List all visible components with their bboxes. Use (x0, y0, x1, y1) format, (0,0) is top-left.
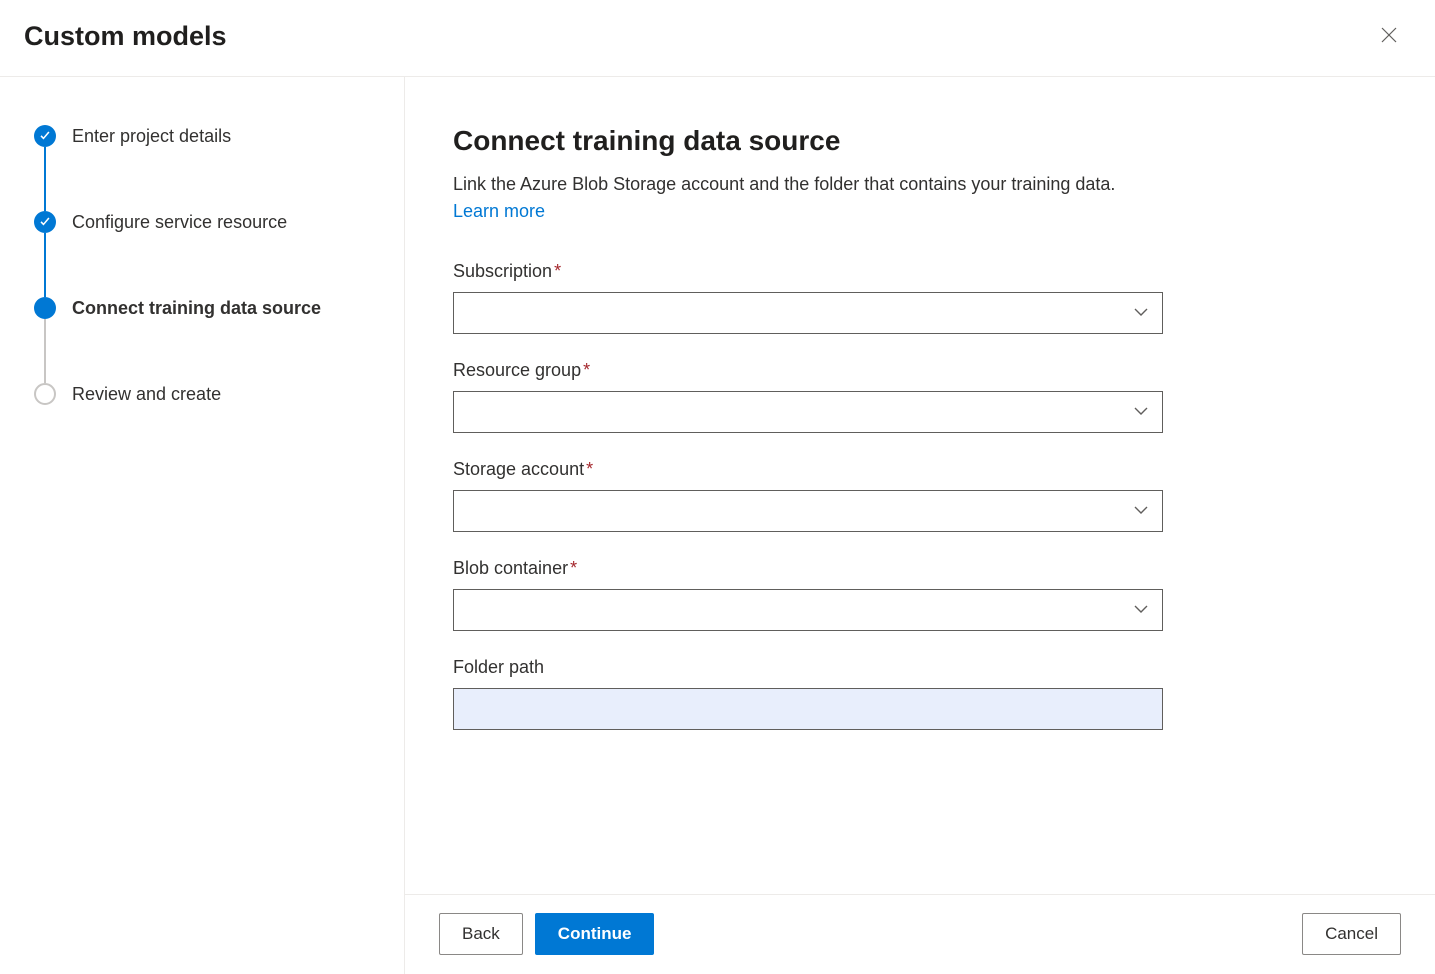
step-review-and-create[interactable]: Review and create (34, 383, 380, 405)
folder-path-label: Folder path (453, 657, 1163, 678)
label-text: Blob container (453, 558, 568, 578)
dialog-header: Custom models (0, 0, 1435, 77)
field-resource-group: Resource group* (453, 360, 1163, 433)
resource-group-label: Resource group* (453, 360, 1163, 381)
label-text: Storage account (453, 459, 584, 479)
section-description: Link the Azure Blob Storage account and … (453, 171, 1153, 225)
chevron-down-icon (1134, 601, 1148, 619)
subscription-dropdown[interactable] (453, 292, 1163, 334)
check-icon (34, 125, 56, 147)
main-content: Connect training data source Link the Az… (405, 77, 1435, 974)
storage-account-label: Storage account* (453, 459, 1163, 480)
field-blob-container: Blob container* (453, 558, 1163, 631)
back-button[interactable]: Back (439, 913, 523, 955)
continue-button[interactable]: Continue (535, 913, 655, 955)
page-title: Custom models (24, 21, 227, 52)
wizard-steps-sidebar: Enter project details Configure service … (0, 77, 405, 974)
field-subscription: Subscription* (453, 261, 1163, 334)
required-asterisk: * (570, 558, 577, 578)
step-connect-training-data-source[interactable]: Connect training data source (34, 297, 380, 319)
step-label: Enter project details (72, 126, 231, 147)
required-asterisk: * (586, 459, 593, 479)
learn-more-link[interactable]: Learn more (453, 201, 545, 221)
step-connector (44, 319, 46, 383)
step-connector (44, 233, 46, 297)
blob-container-label: Blob container* (453, 558, 1163, 579)
close-button[interactable] (1373, 20, 1405, 52)
cancel-button[interactable]: Cancel (1302, 913, 1401, 955)
pending-step-icon (34, 383, 56, 405)
chevron-down-icon (1134, 403, 1148, 421)
field-storage-account: Storage account* (453, 459, 1163, 532)
step-label: Configure service resource (72, 212, 287, 233)
close-icon (1381, 27, 1397, 46)
label-text: Resource group (453, 360, 581, 380)
blob-container-dropdown[interactable] (453, 589, 1163, 631)
required-asterisk: * (554, 261, 561, 281)
description-text: Link the Azure Blob Storage account and … (453, 174, 1115, 194)
section-heading: Connect training data source (453, 125, 1387, 157)
field-folder-path: Folder path (453, 657, 1163, 730)
chevron-down-icon (1134, 304, 1148, 322)
label-text: Subscription (453, 261, 552, 281)
step-label: Connect training data source (72, 298, 321, 319)
storage-account-dropdown[interactable] (453, 490, 1163, 532)
folder-path-input[interactable] (453, 688, 1163, 730)
subscription-label: Subscription* (453, 261, 1163, 282)
check-icon (34, 211, 56, 233)
step-label: Review and create (72, 384, 221, 405)
step-configure-service-resource[interactable]: Configure service resource (34, 211, 380, 233)
chevron-down-icon (1134, 502, 1148, 520)
dialog-footer: Back Continue Cancel (405, 894, 1435, 973)
step-enter-project-details[interactable]: Enter project details (34, 125, 380, 147)
current-step-icon (34, 297, 56, 319)
step-connector (44, 147, 46, 211)
resource-group-dropdown[interactable] (453, 391, 1163, 433)
required-asterisk: * (583, 360, 590, 380)
